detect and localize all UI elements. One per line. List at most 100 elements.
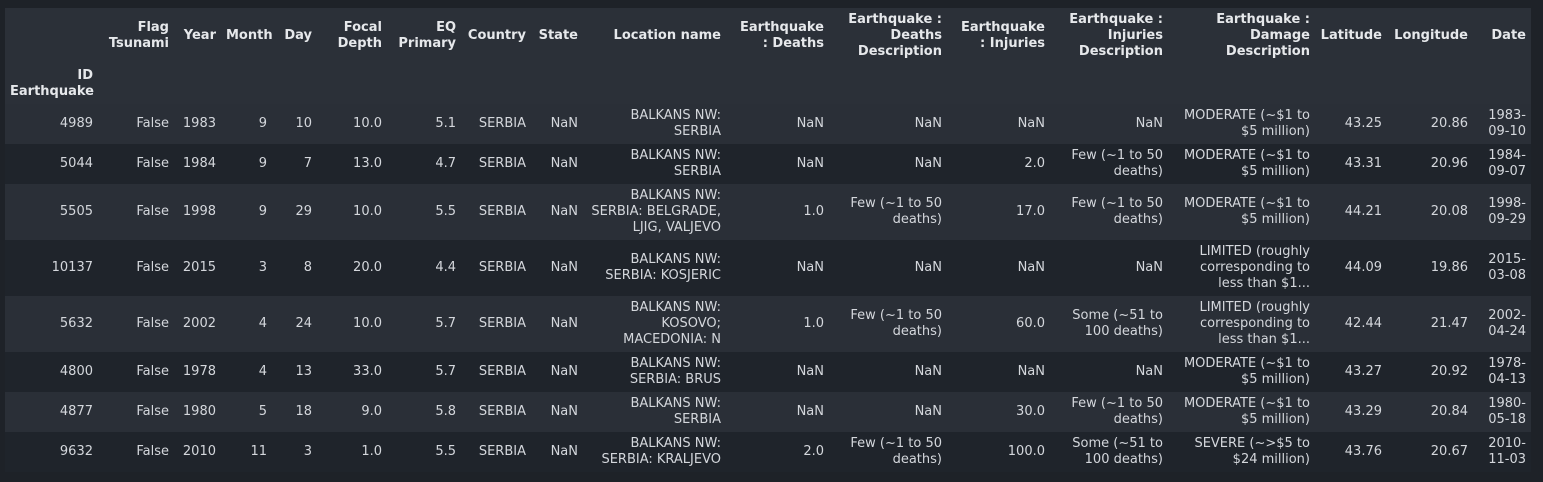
cell-state: NaN (550, 316, 578, 331)
cell-lat: 43.31 (1344, 156, 1382, 171)
cell-damage-desc: LIMITED (roughly corresponding to less t… (1199, 244, 1310, 291)
cell-location: BALKANS NW: SERBIA (630, 396, 721, 427)
cell-flag: False (136, 364, 169, 379)
table-row: 5044 False 1984 9 7 13.0 4.7 SERBIA NaN BALKANS N… (5, 144, 1531, 184)
cell-location: BALKANS NW: SERBIA: BELGRADE, LJIG, VALJ… (591, 188, 721, 235)
column-header-day: Day (284, 28, 312, 43)
cell-location: BALKANS NW: SERBIA: KRALJEVO (601, 436, 721, 467)
cell-day: 13 (295, 364, 312, 379)
cell-injuries-desc: Few (~1 to 50 deaths) (1071, 196, 1163, 227)
cell-day: 18 (295, 404, 312, 419)
column-header-focal: Focal Depth (337, 20, 382, 51)
table-row: 4877 False 1980 5 18 9.0 5.8 SERBIA NaN BALKANS N… (5, 392, 1531, 432)
cell-lon: 20.86 (1430, 116, 1468, 131)
table-row: 4800 False 1978 4 13 33.0 5.7 SERBIA NaN BALKANS … (5, 352, 1531, 392)
cell-damage-desc: MODERATE (~$1 to $5 million) (1183, 196, 1310, 227)
cell-location: BALKANS NW: SERBIA (630, 148, 721, 179)
cell-focal: 10.0 (353, 116, 382, 131)
row-index: 10137 (51, 260, 93, 275)
row-index: 4800 (59, 364, 93, 379)
cell-damage-desc: LIMITED (roughly corresponding to less t… (1199, 300, 1310, 347)
cell-deaths: NaN (796, 404, 824, 419)
cell-lon: 19.86 (1430, 260, 1468, 275)
cell-state: NaN (550, 156, 578, 171)
cell-date: 1978-04-13 (1488, 356, 1526, 387)
cell-date: 1998-09-29 (1488, 196, 1526, 227)
cell-flag: False (136, 404, 169, 419)
cell-focal: 20.0 (353, 260, 382, 275)
cell-damage-desc: SEVERE (~>$5 to $24 million) (1194, 436, 1310, 467)
cell-day: 8 (303, 260, 312, 275)
cell-date: 2015-03-08 (1488, 252, 1526, 283)
cell-focal: 1.0 (361, 444, 382, 459)
cell-injuries-desc: Some (~51 to 100 deaths) (1072, 436, 1163, 467)
cell-injuries-desc: Few (~1 to 50 deaths) (1071, 148, 1163, 179)
column-header-year: Year (183, 28, 216, 43)
cell-month: 3 (258, 260, 267, 275)
table-row: 9632 False 2010 11 3 1.0 5.5 SERBIA NaN BALKANS N… (5, 432, 1531, 472)
cell-lat: 43.29 (1344, 404, 1382, 419)
cell-date: 1984-09-07 (1488, 148, 1526, 179)
cell-damage-desc: MODERATE (~$1 to $5 million) (1183, 396, 1310, 427)
cell-eq: 5.5 (435, 444, 456, 459)
cell-eq: 5.8 (435, 404, 456, 419)
index-header-filler (98, 64, 1531, 104)
table-row: 4989 False 1983 9 10 10.0 5.1 SERBIA NaN BALKANS … (5, 104, 1531, 144)
cell-deaths-desc: Few (~1 to 50 deaths) (850, 196, 942, 227)
cell-eq: 4.4 (435, 260, 456, 275)
cell-damage-desc: MODERATE (~$1 to $5 million) (1183, 108, 1310, 139)
cell-year: 1978 (182, 364, 216, 379)
cell-eq: 5.7 (435, 364, 456, 379)
column-header-deaths-desc: Earthquake : Deaths Description (848, 12, 942, 59)
cell-flag: False (136, 444, 169, 459)
column-header-month: Month (226, 28, 272, 43)
cell-injuries-desc: Few (~1 to 50 deaths) (1071, 396, 1163, 427)
table-row: 10137 False 2015 3 8 20.0 4.4 SERBIA NaN BALKANS … (5, 240, 1531, 296)
column-header-flag: Flag Tsunami (108, 20, 169, 51)
cell-year: 2010 (182, 444, 216, 459)
cell-deaths-desc: NaN (914, 404, 942, 419)
cell-date: 1980-05-18 (1488, 396, 1526, 427)
cell-deaths: NaN (796, 260, 824, 275)
cell-lat: 43.27 (1344, 364, 1382, 379)
cell-injuries: NaN (1017, 260, 1045, 275)
cell-state: NaN (550, 204, 578, 219)
cell-deaths: 1.0 (803, 316, 824, 331)
cell-deaths-desc: NaN (914, 260, 942, 275)
cell-injuries-desc: Some (~51 to 100 deaths) (1072, 308, 1163, 339)
cell-lon: 20.67 (1430, 444, 1468, 459)
cell-year: 2015 (182, 260, 216, 275)
cell-location: BALKANS NW: SERBIA: BRUS (629, 356, 721, 387)
row-index: 5044 (59, 156, 93, 171)
cell-month: 4 (258, 364, 267, 379)
cell-country: SERBIA (478, 444, 526, 459)
cell-damage-desc: MODERATE (~$1 to $5 million) (1183, 356, 1310, 387)
cell-lat: 44.09 (1344, 260, 1382, 275)
index-header-row: ID Earthquake (5, 64, 1531, 104)
cell-lat: 43.76 (1344, 444, 1382, 459)
cell-country: SERBIA (478, 116, 526, 131)
cell-state: NaN (550, 444, 578, 459)
cell-eq: 5.1 (435, 116, 456, 131)
cell-injuries: 60.0 (1016, 316, 1045, 331)
cell-eq: 5.5 (435, 204, 456, 219)
cell-month: 5 (258, 404, 267, 419)
cell-deaths: NaN (796, 116, 824, 131)
cell-deaths: NaN (796, 364, 824, 379)
cell-eq: 5.7 (435, 316, 456, 331)
row-index: 5505 (59, 204, 93, 219)
column-header-lon: Longitude (1394, 28, 1468, 43)
cell-day: 7 (303, 156, 312, 171)
cell-day: 29 (295, 204, 312, 219)
column-header-lat: Latitude (1320, 28, 1382, 43)
cell-day: 24 (295, 316, 312, 331)
cell-lon: 20.96 (1430, 156, 1468, 171)
cell-day: 3 (303, 444, 312, 459)
cell-location: BALKANS NW: SERBIA (630, 108, 721, 139)
cell-country: SERBIA (478, 404, 526, 419)
cell-country: SERBIA (478, 260, 526, 275)
cell-focal: 10.0 (353, 204, 382, 219)
cell-injuries: 30.0 (1016, 404, 1045, 419)
column-header-country: Country (467, 28, 526, 43)
table-body: 4989 False 1983 9 10 10.0 5.1 SERBIA NaN BALKANS … (5, 104, 1531, 472)
